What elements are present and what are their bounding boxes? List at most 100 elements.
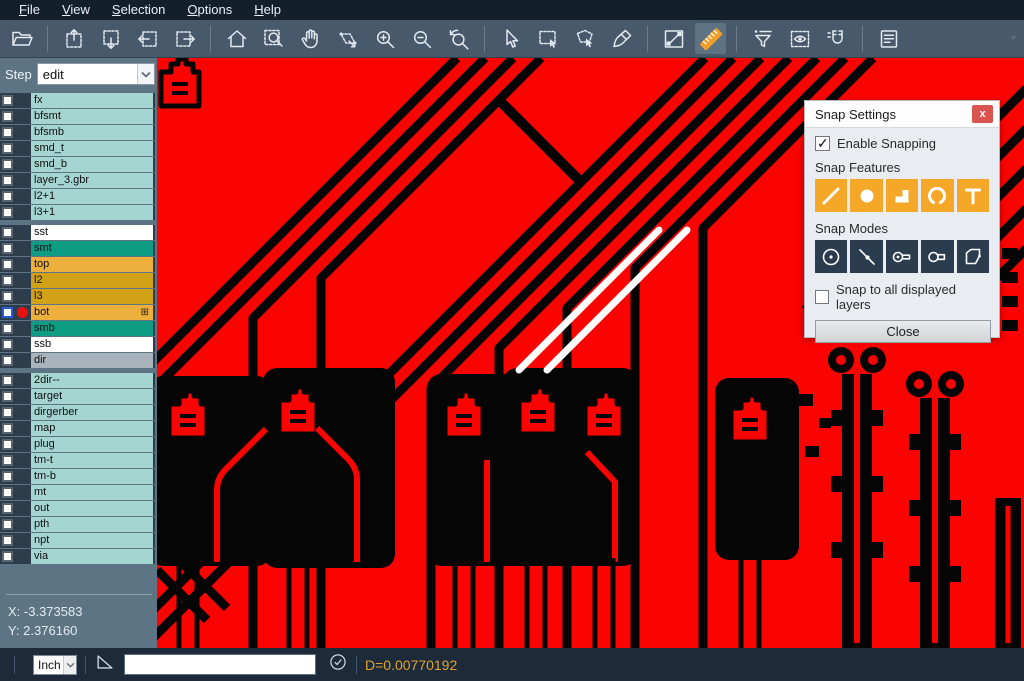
layer-row-sst[interactable]: sst: [0, 225, 155, 240]
layer-name[interactable]: bot⊞: [31, 305, 155, 320]
enable-snapping-checkbox[interactable]: [815, 136, 830, 151]
layer-name[interactable]: smd_t: [31, 141, 155, 156]
layer-name[interactable]: layer_3.gbr: [31, 173, 155, 188]
layer-name[interactable]: map: [31, 421, 155, 436]
measure-input[interactable]: [124, 654, 316, 675]
snap-magnet-button[interactable]: [821, 23, 852, 54]
layer-name[interactable]: fx: [31, 93, 155, 108]
layer-name[interactable]: smd_b: [31, 157, 155, 172]
snap-mode-corner-button[interactable]: [957, 240, 989, 273]
angle-measure-icon[interactable]: [94, 651, 116, 678]
layer-row-tm-t[interactable]: tm-t: [0, 453, 155, 468]
layer-visibility-checkbox[interactable]: [2, 159, 13, 170]
layer-name[interactable]: sst: [31, 225, 155, 240]
layer-row-top[interactable]: top: [0, 257, 155, 272]
pan-view-left-button[interactable]: [132, 23, 163, 54]
layer-row-via[interactable]: via: [0, 549, 155, 564]
layer-row-bot[interactable]: bot⊞: [0, 305, 155, 320]
ruler-button[interactable]: [695, 23, 726, 54]
close-button[interactable]: Close: [815, 320, 991, 343]
layer-visibility-checkbox[interactable]: [2, 291, 13, 302]
layer-visibility-checkbox[interactable]: [2, 227, 13, 238]
layer-row-bfsmb[interactable]: bfsmb: [0, 125, 155, 140]
layer-name[interactable]: bfsmt: [31, 109, 155, 124]
snap-mode-slot-key-button[interactable]: [886, 240, 918, 273]
layer-visibility-checkbox[interactable]: [2, 407, 13, 418]
snap-feature-pad-button[interactable]: [850, 179, 882, 212]
layer-visibility-checkbox[interactable]: [2, 551, 13, 562]
layer-visibility-checkbox[interactable]: [2, 487, 13, 498]
layer-name[interactable]: l3+1: [31, 205, 155, 220]
layer-row-smb[interactable]: smb: [0, 321, 155, 336]
layer-row-mt[interactable]: mt: [0, 485, 155, 500]
vertex-edit-button[interactable]: [332, 23, 363, 54]
pan-view-right-button[interactable]: [169, 23, 200, 54]
clean-brush-button[interactable]: [606, 23, 637, 54]
layer-name[interactable]: out: [31, 501, 155, 516]
filter-button[interactable]: [747, 23, 778, 54]
layer-name[interactable]: mt: [31, 485, 155, 500]
layer-visibility-checkbox[interactable]: [2, 243, 13, 254]
layer-visibility-checkbox[interactable]: [2, 339, 13, 350]
menu-selection[interactable]: Selection: [101, 0, 176, 20]
layer-name[interactable]: ssb: [31, 337, 155, 352]
step-combo[interactable]: edit: [37, 63, 155, 85]
units-combo[interactable]: Inch: [33, 655, 77, 675]
layer-row-smd_b[interactable]: smd_b: [0, 157, 155, 172]
select-arrow-button[interactable]: [495, 23, 526, 54]
layer-visibility-checkbox[interactable]: [2, 275, 13, 286]
layer-row-out[interactable]: out: [0, 501, 155, 516]
toolbar-overflow-chevron[interactable]: ▾: [1011, 33, 1016, 44]
layer-visibility-checkbox[interactable]: [2, 375, 13, 386]
snap-mode-point-on-line-button[interactable]: [850, 240, 882, 273]
layer-row-target[interactable]: target: [0, 389, 155, 404]
rect-select-button[interactable]: [532, 23, 563, 54]
layer-row-smd_t[interactable]: smd_t: [0, 141, 155, 156]
layer-row-map[interactable]: map: [0, 421, 155, 436]
dialog-title-bar[interactable]: Snap Settings x: [805, 101, 999, 128]
layer-visibility-checkbox[interactable]: [2, 127, 13, 138]
poly-select-button[interactable]: [569, 23, 600, 54]
layer-name[interactable]: via: [31, 549, 155, 564]
snap-mode-slot-round-button[interactable]: [921, 240, 953, 273]
layer-visibility-checkbox[interactable]: [2, 323, 13, 334]
layer-name[interactable]: dirgerber: [31, 405, 155, 420]
layer-name[interactable]: smt: [31, 241, 155, 256]
zoom-out-button[interactable]: [406, 23, 437, 54]
view-area-button[interactable]: [784, 23, 815, 54]
layer-name[interactable]: tm-t: [31, 453, 155, 468]
snap-feature-surface-button[interactable]: [886, 179, 918, 212]
layer-name[interactable]: target: [31, 389, 155, 404]
layer-visibility-checkbox[interactable]: [2, 191, 13, 202]
measure-distance-button[interactable]: [658, 23, 689, 54]
layer-name[interactable]: 2dir--: [31, 373, 155, 388]
layer-row-l3[interactable]: l3: [0, 289, 155, 304]
chevron-down-icon[interactable]: [63, 656, 76, 674]
layer-row-l2+1[interactable]: l2+1: [0, 189, 155, 204]
layer-name[interactable]: smb: [31, 321, 155, 336]
layer-row-2dir--[interactable]: 2dir--: [0, 373, 155, 388]
close-icon[interactable]: x: [972, 105, 993, 123]
layer-visibility-checkbox[interactable]: [2, 423, 13, 434]
zoom-in-button[interactable]: [369, 23, 400, 54]
layer-row-smt[interactable]: smt: [0, 241, 155, 256]
home-view-button[interactable]: [221, 23, 252, 54]
layer-visibility-checkbox[interactable]: [2, 175, 13, 186]
snap-feature-line-button[interactable]: [815, 179, 847, 212]
layer-name[interactable]: plug: [31, 437, 155, 452]
layer-visibility-checkbox[interactable]: [2, 259, 13, 270]
menu-file[interactable]: File: [8, 0, 51, 20]
layer-visibility-checkbox[interactable]: [2, 503, 13, 514]
layer-visibility-checkbox[interactable]: [2, 535, 13, 546]
open-file-button[interactable]: [6, 23, 37, 54]
layer-row-plug[interactable]: plug: [0, 437, 155, 452]
layer-name[interactable]: l2+1: [31, 189, 155, 204]
layer-name[interactable]: dir: [31, 353, 155, 368]
all-layers-checkbox[interactable]: [815, 290, 829, 304]
layer-row-fx[interactable]: fx: [0, 93, 155, 108]
layer-visibility-checkbox[interactable]: [2, 143, 13, 154]
layer-row-dir[interactable]: dir: [0, 353, 155, 368]
pan-view-up-button[interactable]: [58, 23, 89, 54]
layer-row-tm-b[interactable]: tm-b: [0, 469, 155, 484]
layer-name[interactable]: l2: [31, 273, 155, 288]
